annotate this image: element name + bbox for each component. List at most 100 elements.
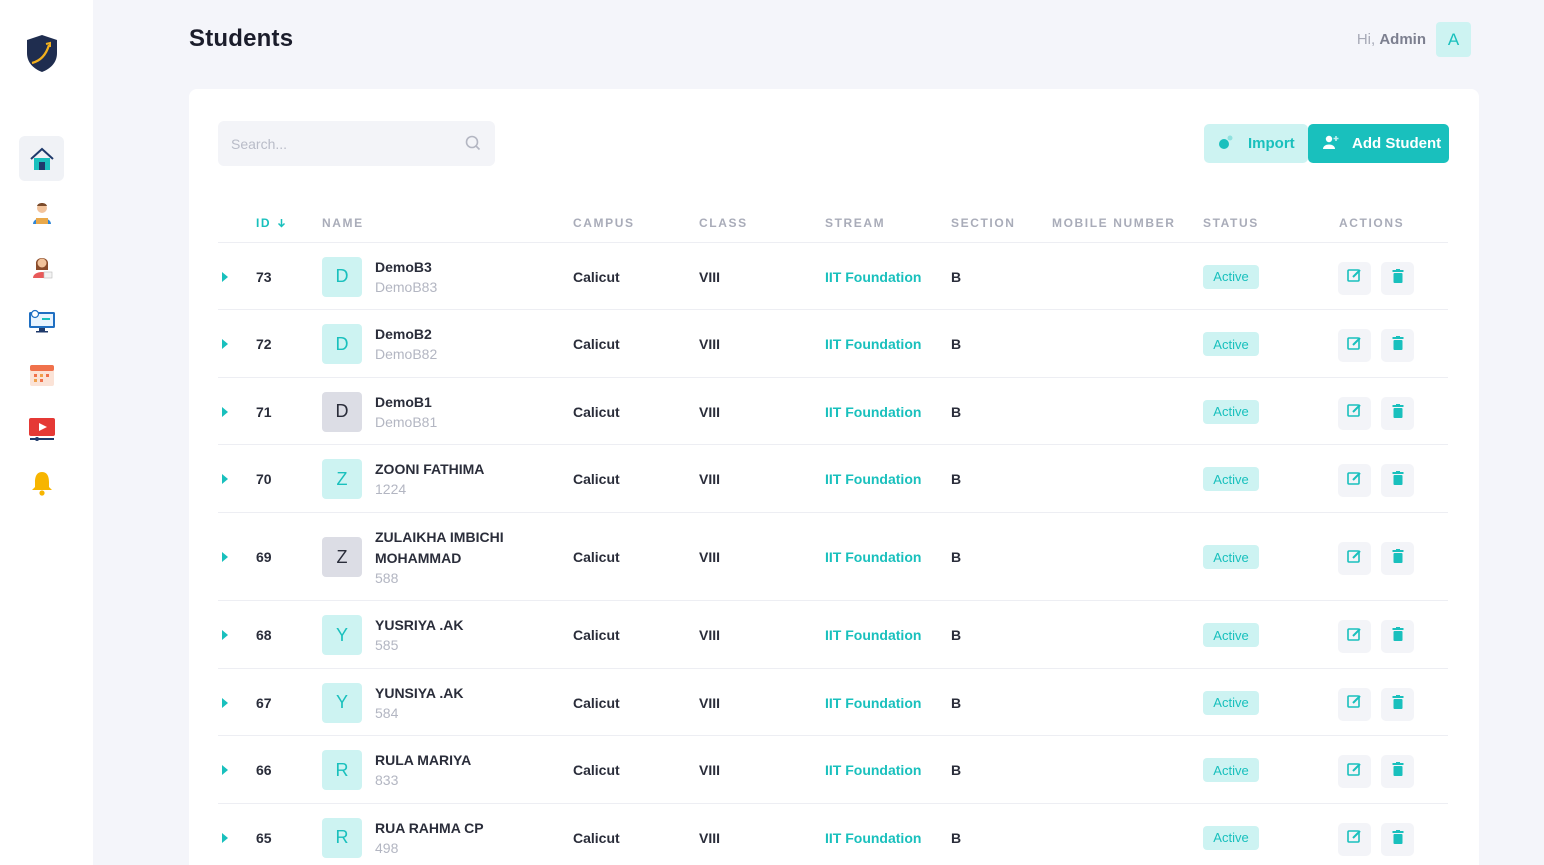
- table-row[interactable]: 69 Z ZULAIKHA IMBICHI MOHAMMAD 588 Calicut VI…: [218, 513, 1448, 601]
- column-header-name[interactable]: NAME: [322, 216, 364, 230]
- student-class: VIII: [699, 471, 721, 487]
- student-name[interactable]: DemoB3: [375, 257, 555, 278]
- edit-button[interactable]: [1338, 687, 1371, 721]
- edit-icon: [1347, 403, 1362, 423]
- trash-icon: [1392, 403, 1404, 423]
- student-stream: IIT Foundation: [825, 762, 922, 778]
- table-row[interactable]: 70 Z ZOONI FATHIMA 1224 Calicut VIII IIT Found…: [218, 445, 1448, 513]
- delete-button[interactable]: [1381, 464, 1414, 497]
- import-icon: [1218, 134, 1234, 154]
- student-name[interactable]: YUSRIYA .AK: [375, 615, 555, 636]
- sidebar-item-teachers[interactable]: [19, 244, 64, 289]
- import-button[interactable]: Import: [1204, 124, 1308, 163]
- column-header-campus[interactable]: CAMPUS: [573, 216, 635, 230]
- student-name[interactable]: DemoB2: [375, 324, 555, 345]
- table-row[interactable]: 73 D DemoB3 DemoB83 Calicut VIII IIT Foundatio…: [218, 243, 1448, 310]
- delete-button[interactable]: [1381, 261, 1414, 295]
- delete-button[interactable]: [1381, 542, 1414, 575]
- sidebar-item-videos[interactable]: [19, 406, 64, 451]
- delete-button[interactable]: [1381, 687, 1414, 721]
- column-header-section[interactable]: SECTION: [951, 216, 1016, 230]
- edit-button[interactable]: [1338, 755, 1371, 788]
- table-row[interactable]: 68 Y YUSRIYA .AK 585 Calicut VIII IIT Foundati…: [218, 601, 1448, 669]
- sidebar-item-home[interactable]: [19, 136, 64, 181]
- column-header-class[interactable]: CLASS: [699, 216, 748, 230]
- sort-down-icon[interactable]: [277, 217, 286, 231]
- sidebar-item-calendar[interactable]: [19, 352, 64, 397]
- student-campus: Calicut: [573, 549, 620, 565]
- expand-row-icon[interactable]: [222, 271, 228, 282]
- student-username: 498: [375, 839, 399, 856]
- delete-button[interactable]: [1381, 620, 1414, 653]
- delete-button[interactable]: [1381, 755, 1414, 788]
- edit-button[interactable]: [1338, 329, 1371, 362]
- student-avatar: R: [322, 750, 362, 790]
- edit-icon: [1347, 694, 1362, 714]
- student-stream: IIT Foundation: [825, 829, 922, 846]
- add-student-button[interactable]: Add Student: [1308, 124, 1449, 163]
- column-header-status[interactable]: STATUS: [1203, 216, 1259, 230]
- search-input[interactable]: [218, 121, 458, 166]
- student-username: 584: [375, 704, 399, 721]
- student-avatar: Y: [322, 682, 362, 723]
- trash-icon: [1392, 336, 1404, 355]
- edit-button[interactable]: [1338, 822, 1371, 856]
- expand-row-icon[interactable]: [222, 697, 228, 708]
- edit-icon: [1347, 762, 1362, 782]
- search-icon[interactable]: [465, 135, 481, 156]
- edit-button[interactable]: [1338, 620, 1371, 653]
- expand-row-icon[interactable]: [222, 630, 228, 640]
- table-row[interactable]: 67 Y YUNSIYA .AK 584 Calicut VIII IIT Foundati…: [218, 669, 1448, 736]
- student-id: 67: [256, 694, 272, 711]
- student-class: VIII: [699, 549, 721, 565]
- expand-row-icon[interactable]: [222, 765, 228, 775]
- edit-button[interactable]: [1338, 261, 1371, 295]
- import-label: Import: [1248, 135, 1295, 152]
- student-id: 71: [256, 403, 272, 420]
- delete-button[interactable]: [1381, 329, 1414, 362]
- student-name[interactable]: RULA MARIYA: [375, 750, 555, 771]
- expand-row-icon[interactable]: [222, 406, 228, 417]
- student-id: 68: [256, 627, 272, 643]
- edit-button[interactable]: [1338, 542, 1371, 575]
- student-username: 588: [375, 569, 399, 586]
- sidebar-item-students[interactable]: [19, 190, 64, 235]
- expand-row-icon[interactable]: [222, 832, 228, 843]
- student-campus: Calicut: [573, 471, 620, 487]
- student-class: VIII: [699, 268, 721, 285]
- sidebar-item-notifications[interactable]: [19, 460, 64, 505]
- edit-button[interactable]: [1338, 464, 1371, 497]
- user-avatar[interactable]: A: [1436, 22, 1471, 57]
- table-row[interactable]: 65 R RUA RAHMA CP 498 Calicut VIII IIT Foundat…: [218, 804, 1448, 865]
- student-stream: IIT Foundation: [825, 627, 922, 643]
- trash-icon: [1392, 694, 1404, 714]
- student-section: B: [951, 471, 962, 487]
- table-row[interactable]: 72 D DemoB2 DemoB82 Calicut VIII IIT Foundatio…: [218, 310, 1448, 378]
- column-header-id[interactable]: ID: [256, 216, 286, 231]
- expand-row-icon[interactable]: [222, 552, 228, 562]
- student-username: DemoB81: [375, 413, 438, 430]
- student-name[interactable]: ZOONI FATHIMA: [375, 459, 555, 480]
- column-header-mobile[interactable]: MOBILE NUMBER: [1052, 216, 1175, 230]
- expand-row-icon[interactable]: [222, 339, 228, 349]
- table-row[interactable]: 71 D DemoB1 DemoB81 Calicut VIII IIT Foundatio…: [218, 378, 1448, 445]
- student-name-block: RULA MARIYA 833: [375, 750, 555, 790]
- student-campus: Calicut: [573, 336, 620, 352]
- student-name[interactable]: YUNSIYA .AK: [375, 683, 555, 704]
- delete-button[interactable]: [1381, 822, 1414, 856]
- column-header-stream[interactable]: STREAM: [825, 216, 885, 230]
- sidebar-item-online-class[interactable]: [19, 298, 64, 343]
- table-row[interactable]: 66 R RULA MARIYA 833 Calicut VIII IIT Foundati…: [218, 736, 1448, 804]
- students-table-body: 73 D DemoB3 DemoB83 Calicut VIII IIT Foundatio…: [218, 243, 1448, 865]
- expand-row-icon[interactable]: [222, 474, 228, 484]
- student-name[interactable]: RUA RAHMA CP: [375, 818, 555, 839]
- student-name[interactable]: DemoB1: [375, 392, 555, 413]
- student-class: VIII: [699, 829, 721, 846]
- delete-button[interactable]: [1381, 396, 1414, 430]
- student-campus: Calicut: [573, 627, 620, 643]
- student-name[interactable]: ZULAIKHA IMBICHI MOHAMMAD: [375, 527, 515, 569]
- edit-button[interactable]: [1338, 396, 1371, 430]
- logo-icon[interactable]: [24, 33, 60, 73]
- teacher-icon: [30, 254, 54, 280]
- trash-icon: [1392, 762, 1404, 781]
